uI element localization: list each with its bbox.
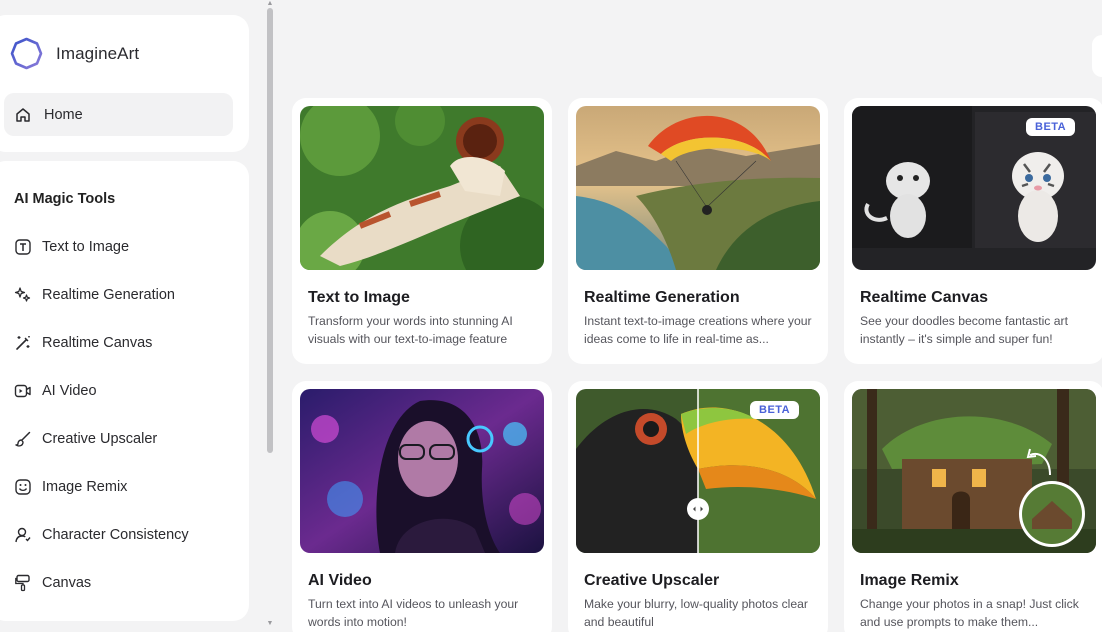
paint-roller-icon xyxy=(14,574,32,592)
card-title: Text to Image xyxy=(308,289,410,306)
sidebar-item-label: Realtime Generation xyxy=(42,287,175,303)
sidebar-item-text-to-image[interactable]: Text to Image xyxy=(14,223,189,271)
card-description: Turn text into AI videos to unleash your… xyxy=(308,597,519,629)
card-title: Realtime Canvas xyxy=(860,289,989,306)
sidebar-item-character-consistency[interactable]: Character Consistency xyxy=(14,511,189,559)
card-title: Creative Upscaler xyxy=(584,572,720,589)
character-icon xyxy=(14,526,32,544)
card-thumbnail xyxy=(300,106,544,270)
sidebar-item-home[interactable]: Home xyxy=(4,93,233,136)
brand[interactable]: ImagineArt xyxy=(10,37,139,70)
section-title: AI Magic Tools xyxy=(14,191,116,207)
card-thumbnail xyxy=(852,389,1096,553)
sidebar-item-ai-video[interactable]: AI Video xyxy=(14,367,189,415)
sidebar-item-creative-upscaler[interactable]: Creative Upscaler xyxy=(14,415,189,463)
sidebar-item-label: Home xyxy=(44,106,83,123)
header-action-button[interactable] xyxy=(1092,35,1102,77)
card-thumbnail xyxy=(576,106,820,270)
sparkles-icon xyxy=(14,286,32,304)
scroll-up-arrow-icon[interactable]: ▲ xyxy=(266,0,274,8)
card-thumbnail xyxy=(300,389,544,553)
sidebar-item-realtime-generation[interactable]: Realtime Generation xyxy=(14,271,189,319)
brand-name: ImagineArt xyxy=(56,43,140,63)
tool-card-image-remix[interactable]: Image Remix Change your photos in a snap… xyxy=(844,381,1102,632)
tools-nav-list: Text to Image Realtime Generation Realti… xyxy=(14,223,189,607)
sidebar-item-label: Creative Upscaler xyxy=(42,431,158,447)
card-description: Transform your words into stunning AI vi… xyxy=(308,314,513,346)
card-description: Instant text-to-image creations where yo… xyxy=(584,314,812,346)
card-description: See your doodles become fantastic art in… xyxy=(860,314,1068,346)
sidebar-item-canvas[interactable]: Canvas xyxy=(14,559,189,607)
card-description: Make your blurry, low-quality photos cle… xyxy=(584,597,808,629)
text-t-icon xyxy=(14,238,32,256)
card-title: Image Remix xyxy=(860,572,959,589)
sidebar-item-label: Realtime Canvas xyxy=(42,335,153,351)
sidebar-item-label: Image Remix xyxy=(42,479,128,495)
ring-logo-icon xyxy=(10,37,43,70)
home-icon xyxy=(14,106,32,124)
sidebar-item-image-remix[interactable]: Image Remix xyxy=(14,463,189,511)
sidebar-item-label: AI Video xyxy=(42,383,97,399)
sidebar-item-realtime-canvas[interactable]: Realtime Canvas xyxy=(14,319,189,367)
sidebar-scrollbar-thumb[interactable] xyxy=(267,8,273,453)
brush-icon xyxy=(14,430,32,448)
tool-card-realtime-generation[interactable]: Realtime Generation Instant text-to-imag… xyxy=(568,98,828,364)
sidebar-item-label: Canvas xyxy=(42,575,92,591)
image-face-icon xyxy=(14,478,32,496)
scroll-down-arrow-icon[interactable]: ▼ xyxy=(266,620,274,628)
beta-badge: BETA xyxy=(1026,118,1076,136)
tool-card-ai-video[interactable]: AI Video Turn text into AI videos to unl… xyxy=(292,381,552,632)
card-title: AI Video xyxy=(308,572,372,589)
tool-card-creative-upscaler[interactable]: BETA Creative Upscaler Make your blurry,… xyxy=(568,381,828,632)
beta-badge: BETA xyxy=(750,401,800,419)
card-title: Realtime Generation xyxy=(584,289,740,306)
sidebar-tools-panel: AI Magic Tools Text to Image Realtime Ge… xyxy=(0,161,249,621)
sidebar-item-label: Character Consistency xyxy=(42,527,189,543)
sidebar-top-panel: ImagineArt Home xyxy=(0,15,249,152)
tool-card-realtime-canvas[interactable]: BETA Realtime Canvas See your doodles be… xyxy=(844,98,1102,364)
tool-card-text-to-image[interactable]: Text to Image Transform your words into … xyxy=(292,98,552,364)
sidebar-item-label: Text to Image xyxy=(42,239,130,255)
video-icon xyxy=(14,382,32,400)
card-description: Change your photos in a snap! Just click… xyxy=(860,597,1079,629)
magic-wand-icon xyxy=(14,334,32,352)
